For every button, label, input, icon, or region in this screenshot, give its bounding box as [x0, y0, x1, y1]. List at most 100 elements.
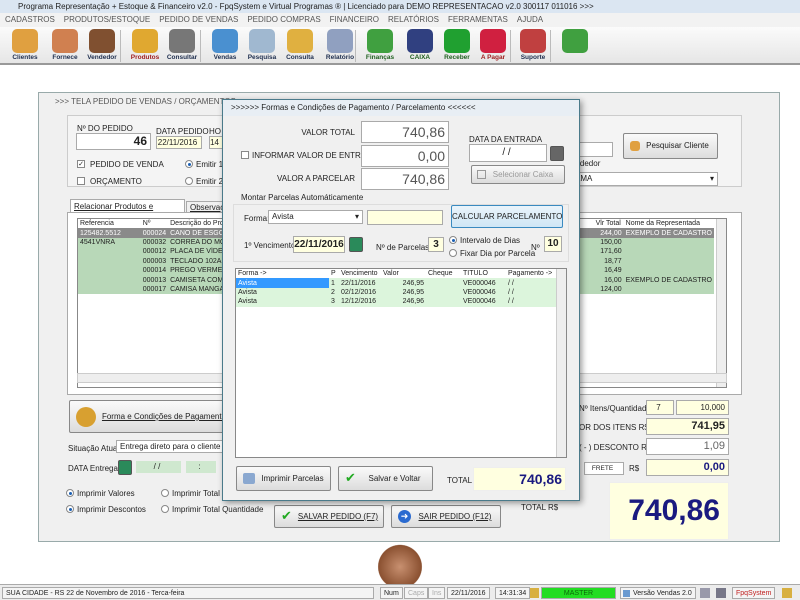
client-search-icon	[630, 141, 640, 151]
emit-2-radio[interactable]	[185, 177, 193, 185]
delivery-time-field[interactable]: :	[186, 461, 216, 473]
cell: 3	[331, 298, 335, 306]
emit-1-radio[interactable]	[185, 160, 193, 168]
select-cash-button[interactable]: Selecionar Caixa	[471, 165, 565, 184]
discount-field[interactable]: 1,09	[646, 438, 729, 455]
status-num: Num	[380, 587, 403, 599]
toolbar-button-exit[interactable]	[555, 28, 595, 64]
payment-conditions-button[interactable]: Forma e Condições de Pagamento	[69, 400, 229, 433]
entry-date-label: DATA DA ENTRADA	[469, 135, 543, 144]
menu-produtos-estoque[interactable]: PRODUTOS/ESTOQUE	[64, 15, 150, 24]
order-hour-label: HO	[209, 127, 221, 136]
entry-value-field[interactable]: 0,00	[361, 145, 449, 167]
delivery-label: DATA Entrega	[68, 464, 118, 473]
printer-icon[interactable]	[700, 588, 710, 598]
toolbar-button-vendas[interactable]: Vendas	[205, 28, 245, 64]
toolbar-button-suporte[interactable]: Suporte	[513, 28, 553, 64]
items-count-field: 7	[646, 400, 674, 415]
toolbar-button-clientes[interactable]: Clientes	[5, 28, 45, 64]
cell: Avista	[238, 288, 257, 296]
cell: 16,49	[604, 267, 622, 275]
days-number-field[interactable]: 10	[544, 236, 562, 252]
installment-row[interactable]: Avista 2 02/12/2016 246,95 VE000046 / /	[236, 287, 556, 298]
print-discounts-radio[interactable]	[66, 505, 74, 513]
toolbar-label: Fornece	[52, 54, 78, 61]
print-total-n-radio[interactable]	[161, 489, 169, 497]
entry-value-checkbox[interactable]	[241, 151, 249, 159]
situation-select[interactable]: Entrega direto para o cliente	[116, 440, 226, 453]
menu-cadastros[interactable]: CADASTROS	[5, 15, 55, 24]
installment-row[interactable]: Avista 3 12/12/2016 246,96 VE000046 / /	[236, 297, 556, 307]
toolbar-button-pesquisa[interactable]: Pesquisa	[242, 28, 282, 64]
col-total: Vlr Total	[595, 220, 621, 228]
cell: 18,77	[604, 257, 622, 265]
search-client-label: Pesquisar Cliente	[646, 141, 709, 150]
quote-checkbox[interactable]	[77, 177, 85, 185]
toolbar-button-receber[interactable]: Receber	[437, 28, 477, 64]
network-icon[interactable]	[716, 588, 726, 598]
parcels-count-field[interactable]: 3	[428, 237, 444, 252]
exit-order-button[interactable]: ➜ SAIR PEDIDO (F12)	[391, 505, 501, 528]
cell	[624, 247, 714, 256]
cell: / /	[508, 279, 514, 287]
calculate-installments-button[interactable]: CALCULAR PARCELAMENTO	[451, 205, 563, 228]
save-return-label: Salvar e Voltar	[368, 474, 421, 483]
toolbar-button-relat-rio[interactable]: Relatório	[320, 28, 360, 64]
cell	[78, 247, 141, 256]
menu-bar: CADASTROS PRODUTOS/ESTOQUE PEDIDO DE VENDA…	[0, 13, 800, 27]
user-icon	[782, 588, 792, 598]
entry-date-field[interactable]: / /	[469, 144, 547, 162]
form-extra-field[interactable]	[367, 210, 443, 225]
installment-row[interactable]: Avista 1 22/11/2016 246,95 VE000046 / /	[236, 278, 556, 288]
toolbar-button-a-pagar[interactable]: A Pagar	[473, 28, 513, 64]
save-order-button[interactable]: ✔ SALVAR PEDIDO (F7)	[274, 505, 384, 528]
seller-select[interactable]: AMA ▾	[571, 172, 718, 186]
menu-pedido-compras[interactable]: PEDIDO COMPRAS	[247, 15, 320, 24]
toolbar-button-vendedor[interactable]: Vendedor	[82, 28, 122, 64]
grid-scrollbar[interactable]	[716, 219, 726, 387]
menu-pedido-de-vendas[interactable]: PEDIDO DE VENDAS	[159, 15, 238, 24]
menu-financeiro[interactable]: FINANCEIRO	[330, 15, 379, 24]
menu-relat-rios[interactable]: RELATÓRIOS	[388, 15, 439, 24]
grid-scrollbar[interactable]	[556, 269, 566, 457]
toolbar-button-produtos[interactable]: Produtos	[125, 28, 165, 64]
order-hour-field[interactable]: 14	[209, 136, 223, 149]
save-return-button[interactable]: ✔ Salvar e Voltar	[338, 466, 433, 491]
monitor-icon	[212, 29, 238, 53]
toolbar-button-consultar[interactable]: Consultar	[162, 28, 202, 64]
exit-order-label: SAIR PEDIDO (F12)	[418, 512, 492, 521]
installments-grid[interactable]: Forma -> P Vencimento Valor Cheque TITUL…	[235, 268, 567, 458]
toolbar-button-caixa[interactable]: CAIXA	[400, 28, 440, 64]
cell: VE000046	[463, 279, 496, 287]
sale-order-checkbox[interactable]: ✓	[77, 160, 85, 168]
dialog-title: >>>>>> Formas e Condições de Pagamento /…	[223, 100, 579, 116]
calendar-icon[interactable]	[118, 460, 132, 475]
cell: 150,00	[600, 238, 622, 246]
print-values-radio[interactable]	[66, 489, 74, 497]
toolbar-button-fornece[interactable]: Fornece	[45, 28, 85, 64]
col-check: Cheque	[428, 270, 453, 278]
boxes-icon	[132, 29, 158, 53]
order-number-field[interactable]: 46	[76, 133, 151, 150]
cell	[426, 288, 461, 297]
tab-products[interactable]: Relacionar Produtos e Serviços ->	[70, 199, 185, 220]
freight-field[interactable]: 0,00	[646, 459, 729, 476]
menu-ajuda[interactable]: AJUDA	[517, 15, 543, 24]
cell: / /	[508, 298, 514, 306]
calendar-icon[interactable]	[349, 237, 363, 252]
order-date-field[interactable]: 22/11/2016	[156, 136, 202, 149]
clients-icon	[12, 29, 38, 53]
first-due-field[interactable]: 22/11/2016	[293, 236, 345, 253]
print-installments-button[interactable]: Imprimir Parcelas	[236, 466, 331, 491]
interval-days-radio[interactable]	[449, 236, 457, 244]
calendar-icon[interactable]	[550, 146, 564, 161]
form-select[interactable]: Avista ▾	[268, 210, 363, 224]
delivery-date-field[interactable]: / /	[136, 461, 181, 473]
toolbar-button-finan-as[interactable]: Finanças	[360, 28, 400, 64]
toolbar-label: Vendedor	[87, 54, 117, 61]
menu-ferramentas[interactable]: FERRAMENTAS	[448, 15, 508, 24]
search-client-button[interactable]: Pesquisar Cliente	[623, 133, 718, 159]
toolbar-button-consulta[interactable]: Consulta	[280, 28, 320, 64]
fixed-day-radio[interactable]	[449, 249, 457, 257]
print-total-qty-radio[interactable]	[161, 505, 169, 513]
